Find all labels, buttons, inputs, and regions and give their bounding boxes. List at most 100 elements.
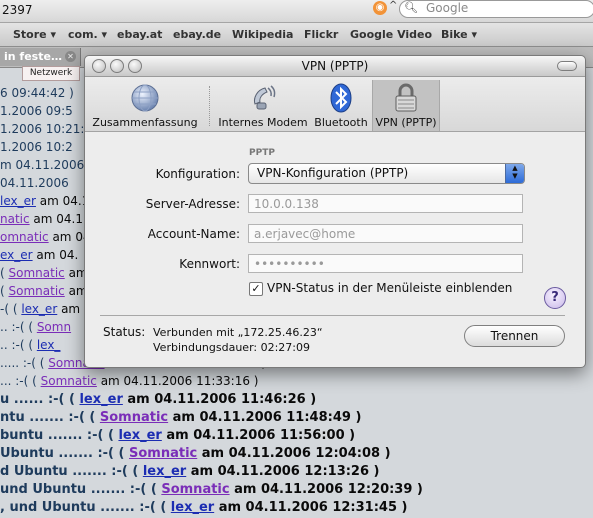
bookmark-google-video[interactable]: Google Video	[350, 28, 432, 41]
chat-line: 1.2006 10:2	[0, 140, 73, 154]
tab-zusammenfassung[interactable]: Zusammenfassung	[89, 80, 201, 131]
chat-nick-link[interactable]: lex_er	[0, 194, 36, 208]
chat-nick-link[interactable]: Somn	[37, 320, 71, 334]
status-menu-checkbox[interactable]: ✓	[249, 282, 263, 296]
bookmarks-bar: Store ▾ com. ▾ ebay.at ebay.de Wikipedia…	[0, 23, 593, 47]
chat-line: ... :-( ( Somnatic am 04.11.2006 11:33:1…	[0, 374, 258, 388]
chat-nick-link[interactable]: Somnatic	[129, 446, 197, 461]
bookmark-bike[interactable]: Bike ▾	[441, 28, 477, 41]
chat-line: , und Ubuntu ....... :-( ( lex_er am 04.…	[0, 500, 407, 515]
dialog-toolbar: Zusammenfassung Internes Modem Bluetooth	[85, 77, 585, 132]
chat-nick-link[interactable]: lex_er	[21, 302, 57, 316]
chat-timestamp: am 04.11.2006 11:33:16 )	[96, 374, 259, 388]
dialog-titlebar[interactable]: VPN (PPTP)	[85, 56, 585, 77]
help-button[interactable]: ?	[544, 287, 566, 309]
chat-line: 6 09:44:42 )	[0, 86, 74, 100]
server-field[interactable]: 10.0.0.138	[248, 194, 523, 213]
lock-icon	[395, 83, 417, 112]
config-popup[interactable]: VPN-Konfiguration (PPTP) ▲ ▼	[248, 163, 525, 184]
subtab-netzwerk[interactable]: Netzwerk	[22, 66, 80, 81]
section-label: PPTP	[249, 148, 275, 158]
bookmark-ebay-at[interactable]: ebay.at	[117, 28, 162, 41]
url-fragment[interactable]: 2397	[2, 3, 33, 17]
chat-text: 6 09:44:42 )	[0, 86, 74, 100]
chat-line: ex_er am 04.	[0, 248, 78, 262]
chat-nick-link[interactable]: Somnatic	[100, 410, 168, 425]
bookmark-store[interactable]: Store ▾	[13, 28, 56, 41]
toolbar-toggle-button[interactable]	[557, 61, 577, 71]
disconnect-button[interactable]: Trennen	[464, 325, 565, 347]
account-field[interactable]: a.erjavec@home	[248, 224, 523, 243]
caret-up-icon[interactable]: ^	[389, 0, 397, 11]
chat-nick-link[interactable]: lex_er	[79, 392, 122, 407]
chat-timestamp: am 04.11.2006 12:13:26 )	[186, 464, 380, 479]
chat-line: und Ubuntu ....... :-( ( Somnatic am 04.…	[0, 482, 423, 497]
chat-timestamp: am 04.11.2006 11:56:00 )	[161, 428, 356, 443]
chat-line: -( ( lex_er am 0	[0, 302, 92, 316]
chat-text: 04.11.2006	[0, 176, 69, 190]
checkbox-label: VPN-Status in der Menüleiste einblenden	[267, 281, 513, 295]
chat-line: 1.2006 09:5	[0, 104, 73, 118]
tab-label: VPN (PPTP)	[375, 116, 437, 129]
chat-text: ..... :-( (	[0, 356, 49, 370]
bookmark-ebay-de[interactable]: ebay.de	[173, 28, 221, 41]
chat-timestamp: am 04.11.2006 12:31:45 )	[214, 500, 408, 515]
chat-text: d Ubuntu ....... :-( (	[0, 464, 143, 479]
tab-label: Internes Modem	[218, 116, 308, 129]
chat-text: m 04.11.2006	[0, 158, 85, 172]
chat-line: .. :-( ( Somn	[0, 320, 71, 334]
divider	[100, 315, 565, 316]
dialog-title: VPN (PPTP)	[301, 59, 369, 73]
password-field[interactable]: ••••••••••	[248, 254, 523, 273]
chat-timestamp: am 04.11.2006 12:04:08 )	[197, 446, 391, 461]
chat-text: (	[0, 266, 9, 280]
chat-text: u ...... :-( (	[0, 392, 80, 407]
chat-line: .. :-( ( lex_	[0, 338, 60, 352]
search-placeholder: Google	[426, 1, 469, 15]
chat-timestamp: am 04.11.2006 11:46:26 )	[122, 392, 317, 407]
chat-nick-link[interactable]: Somnatic	[9, 284, 65, 298]
rss-icon[interactable]: ◉	[373, 1, 387, 15]
tab-label: Zusammenfassung	[92, 116, 198, 129]
chat-text: , und Ubuntu ....... :-( (	[0, 500, 171, 515]
search-input[interactable]: 🔍︎ Google	[399, 0, 593, 18]
chat-text: ntu ....... :-( (	[0, 410, 100, 425]
chat-text: 1.2006 09:5	[0, 104, 73, 118]
chat-text: 1.2006 10:21:	[0, 122, 85, 136]
chat-nick-link[interactable]: Somnatic	[9, 266, 65, 280]
password-value: ••••••••••	[254, 257, 325, 271]
chat-nick-link[interactable]: lex_er	[143, 464, 186, 479]
status-connected: Verbunden mit „172.25.46.23“	[153, 326, 323, 339]
bookmark-flickr[interactable]: Flickr	[304, 28, 338, 41]
phone-icon	[254, 85, 276, 110]
chat-nick-link[interactable]: Somnatic	[41, 374, 97, 388]
chat-nick-link[interactable]: omnatic	[0, 230, 49, 244]
bookmark-wikipedia[interactable]: Wikipedia	[232, 28, 293, 41]
chat-nick-link[interactable]: lex_er	[118, 428, 161, 443]
chat-line: buntu ....... :-( ( lex_er am 04.11.2006…	[0, 428, 355, 443]
chat-text: .. :-( (	[0, 338, 37, 352]
chat-text: (	[0, 284, 9, 298]
chat-nick-link[interactable]: natic	[0, 212, 30, 226]
chat-nick-link[interactable]: Somnatic	[161, 482, 229, 497]
tab-label: Bluetooth	[314, 116, 368, 129]
account-value: a.erjavec@home	[254, 227, 356, 241]
chat-text: ... :-( (	[0, 374, 41, 388]
server-value: 10.0.0.138	[254, 197, 319, 211]
tab-previous[interactable]: in feste… ✕	[0, 48, 81, 66]
search-icon[interactable]: 🔍︎	[404, 1, 418, 14]
chat-nick-link[interactable]: lex_	[37, 338, 61, 352]
bookmark-com[interactable]: com. ▾	[68, 28, 107, 41]
chat-nick-link[interactable]: lex_er	[171, 500, 214, 515]
chat-nick-link[interactable]: ex_er	[0, 248, 33, 262]
chat-text: -( (	[0, 302, 22, 316]
tab-bluetooth[interactable]: Bluetooth	[311, 80, 371, 131]
status-label: Status:	[103, 325, 146, 339]
chat-line: ntu ....... :-( ( Somnatic am 04.11.2006…	[0, 410, 361, 425]
tab-internes-modem[interactable]: Internes Modem	[215, 80, 311, 131]
tab-vpn-pptp[interactable]: VPN (PPTP)	[372, 80, 440, 131]
config-value: VPN-Konfiguration (PPTP)	[257, 166, 409, 180]
chat-line: 04.11.2006	[0, 176, 69, 190]
config-label: Konfiguration:	[155, 167, 240, 181]
close-icon[interactable]: ✕	[65, 51, 76, 62]
